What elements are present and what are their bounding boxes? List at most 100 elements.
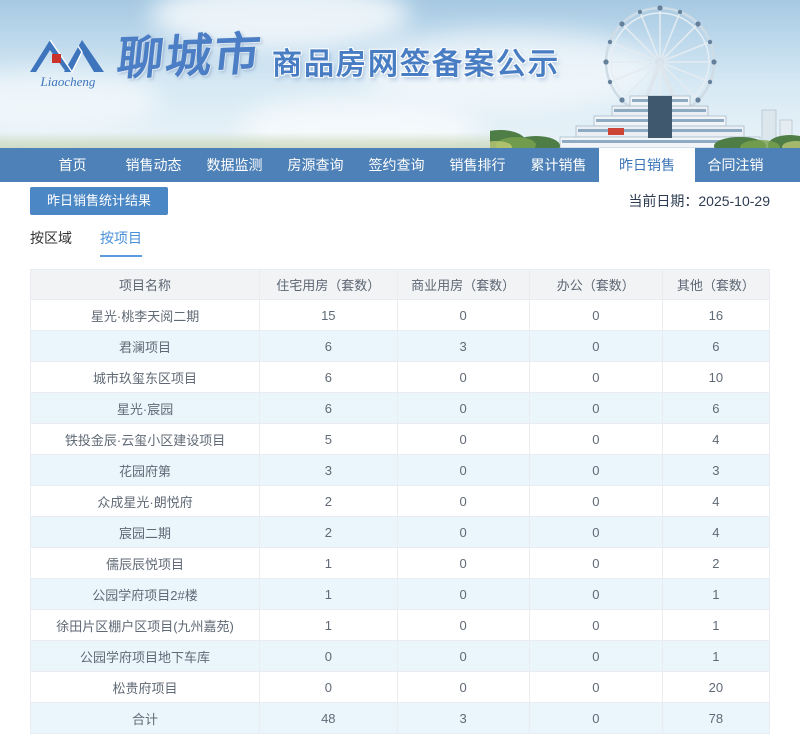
count-cell: 0 xyxy=(396,671,530,703)
count-cell: 6 xyxy=(661,330,771,362)
count-cell: 0 xyxy=(528,609,663,641)
view-tab-0[interactable]: 按区域 xyxy=(30,228,72,257)
count-cell: 1 xyxy=(259,609,398,641)
count-cell: 1 xyxy=(661,578,771,610)
yesterday-sales-result-button[interactable]: 昨日销售统计结果 xyxy=(30,187,169,215)
count-cell: 0 xyxy=(396,299,530,331)
count-cell: 0 xyxy=(528,299,663,331)
table-row: 城市玖玺东区项目 6 0 0 10 xyxy=(29,361,771,393)
count-cell: 16 xyxy=(661,299,771,331)
nav-item-6[interactable]: 累计销售 xyxy=(518,148,599,182)
project-name-cell: 星光·宸园 xyxy=(29,392,261,424)
project-name-cell: 宸园二期 xyxy=(29,516,261,548)
horizon-decoration xyxy=(0,132,520,148)
nav-item-1[interactable]: 销售动态 xyxy=(113,148,194,182)
main-content: 昨日销售统计结果 当前日期：2025-10-29 按区域 按项目 项目名称 住宅用房… xyxy=(0,187,800,734)
project-name-cell: 公园学府项目地下车库 xyxy=(29,640,261,672)
table-row: 宸园二期 2 0 0 4 xyxy=(29,516,771,548)
count-cell: 0 xyxy=(528,547,663,579)
count-cell: 3 xyxy=(396,330,530,362)
nav-item-7[interactable]: 昨日销售 xyxy=(599,148,695,182)
count-cell: 0 xyxy=(528,392,663,424)
nav-item-0[interactable]: 首页 xyxy=(32,148,113,182)
count-cell: 0 xyxy=(396,547,530,579)
nav-item-2[interactable]: 数据监测 xyxy=(194,148,275,182)
toolbar: 昨日销售统计结果 当前日期：2025-10-29 xyxy=(30,187,770,215)
table-row: 公园学府项目地下车库 0 0 0 1 xyxy=(29,640,771,672)
count-cell: 0 xyxy=(528,578,663,610)
count-cell: 48 xyxy=(259,702,398,734)
count-cell: 2 xyxy=(259,516,398,548)
current-date-value: 2025-10-29 xyxy=(698,193,770,209)
project-name-cell: 徐田片区棚户区项目(九州嘉苑) xyxy=(29,609,261,641)
count-cell: 0 xyxy=(396,485,530,517)
table-row: 公园学府项目2#楼 1 0 0 1 xyxy=(29,578,771,610)
table-row: 松贵府项目 0 0 0 20 xyxy=(29,671,771,703)
count-cell: 15 xyxy=(259,299,398,331)
count-cell: 0 xyxy=(259,640,398,672)
table-row: 儒辰辰悦项目 1 0 0 2 xyxy=(29,547,771,579)
count-cell: 3 xyxy=(661,454,771,486)
table-row: 铁投金辰·云玺小区建设项目 5 0 0 4 xyxy=(29,423,771,455)
count-cell: 1 xyxy=(661,609,771,641)
nav-item-5[interactable]: 销售排行 xyxy=(437,148,518,182)
liaocheng-logo-icon: Liaocheng xyxy=(30,39,104,89)
project-name-cell: 众成星光·朗悦府 xyxy=(29,485,261,517)
project-name-cell: 铁投金辰·云玺小区建设项目 xyxy=(29,423,261,455)
count-cell: 20 xyxy=(661,671,771,703)
count-cell: 0 xyxy=(396,516,530,548)
nav-item-8[interactable]: 合同注销 xyxy=(695,148,776,182)
count-cell: 0 xyxy=(396,423,530,455)
count-cell: 6 xyxy=(259,330,398,362)
count-cell: 2 xyxy=(259,485,398,517)
current-date: 当前日期：2025-10-29 xyxy=(628,191,770,211)
project-name-cell: 君澜项目 xyxy=(29,330,261,362)
project-name-cell: 星光·桃李天阅二期 xyxy=(29,299,261,331)
count-cell: 3 xyxy=(259,454,398,486)
count-cell: 0 xyxy=(396,640,530,672)
total-row: 合计 48 3 0 78 xyxy=(29,702,771,734)
project-name-cell: 松贵府项目 xyxy=(29,671,261,703)
table-row: 徐田片区棚户区项目(九州嘉苑) 1 0 0 1 xyxy=(29,609,771,641)
count-cell: 0 xyxy=(528,423,663,455)
column-header: 其他（套数） xyxy=(661,269,771,300)
column-header: 商业用房（套数） xyxy=(396,269,530,300)
count-cell: 0 xyxy=(396,392,530,424)
count-cell: 78 xyxy=(661,702,771,734)
main-nav: 首页 销售动态 数据监测 房源查询 签约查询 销售排行 累计销售 昨日销售 合同注销 xyxy=(0,148,800,182)
count-cell: 0 xyxy=(528,485,663,517)
count-cell: 0 xyxy=(528,640,663,672)
view-tab-1[interactable]: 按项目 xyxy=(100,228,142,257)
count-cell: 0 xyxy=(528,516,663,548)
project-name-cell: 公园学府项目2#楼 xyxy=(29,578,261,610)
count-cell: 0 xyxy=(396,361,530,393)
count-cell: 0 xyxy=(528,330,663,362)
table-row: 星光·桃李天阅二期 15 0 0 16 xyxy=(29,299,771,331)
count-cell: 6 xyxy=(259,392,398,424)
count-cell: 10 xyxy=(661,361,771,393)
project-name-cell: 城市玖玺东区项目 xyxy=(29,361,261,393)
column-header: 住宅用房（套数） xyxy=(259,269,398,300)
count-cell: 4 xyxy=(661,485,771,517)
city-name: 聊城市 xyxy=(114,28,265,85)
count-cell: 0 xyxy=(396,454,530,486)
count-cell: 3 xyxy=(396,702,530,734)
count-cell: 0 xyxy=(528,361,663,393)
table-header-row: 项目名称 住宅用房（套数） 商业用房（套数） 办公（套数） 其他（套数） xyxy=(29,269,771,300)
table-row: 星光·宸园 6 0 0 6 xyxy=(29,392,771,424)
count-cell: 0 xyxy=(396,578,530,610)
count-cell: 2 xyxy=(661,547,771,579)
nav-item-4[interactable]: 签约查询 xyxy=(356,148,437,182)
count-cell: 0 xyxy=(528,702,663,734)
count-cell: 1 xyxy=(259,578,398,610)
column-header: 项目名称 xyxy=(29,269,261,300)
project-name-cell: 合计 xyxy=(29,702,261,734)
project-name-cell: 儒辰辰悦项目 xyxy=(29,547,261,579)
count-cell: 0 xyxy=(528,671,663,703)
site-banner: Liaocheng 聊城市 商品房网签备案公示 xyxy=(0,0,800,148)
count-cell: 5 xyxy=(259,423,398,455)
logo-script-text: Liaocheng xyxy=(40,74,96,89)
count-cell: 0 xyxy=(259,671,398,703)
count-cell: 4 xyxy=(661,516,771,548)
nav-item-3[interactable]: 房源查询 xyxy=(275,148,356,182)
